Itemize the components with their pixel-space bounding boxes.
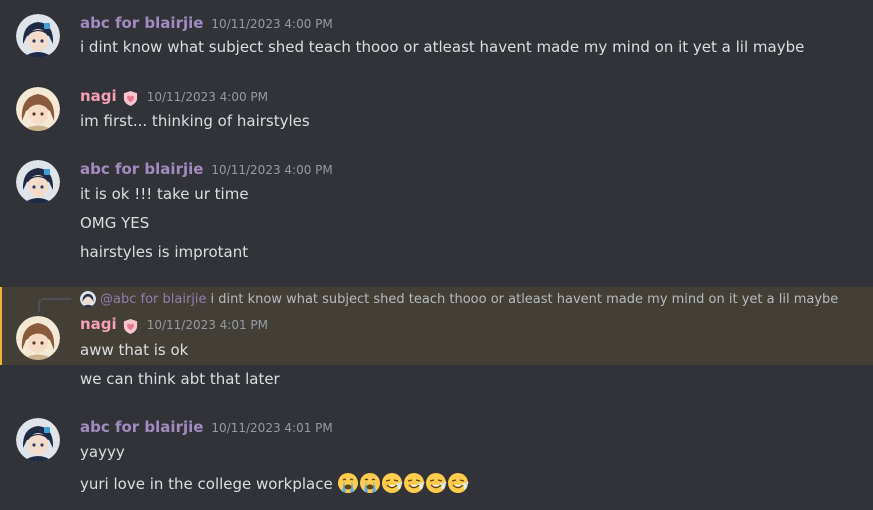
- timestamp[interactable]: 10/11/2023 4:00 PM: [211, 163, 332, 177]
- username[interactable]: nagi: [80, 315, 117, 333]
- avatar-abc[interactable]: [16, 160, 60, 204]
- avatar-abc-image: [16, 14, 60, 58]
- message-text: yayyy: [80, 443, 125, 461]
- message-header: nagi 10/11/2023 4:01 PM: [80, 315, 268, 337]
- message-header: nagi 10/11/2023 4:00 PM: [80, 87, 268, 109]
- message-header: abc for blairjie 10/11/2023 4:00 PM: [80, 160, 333, 182]
- message-text: aww that is ok: [80, 341, 189, 359]
- username[interactable]: abc for blairjie: [80, 418, 203, 436]
- chat-message-list: abc for blairjie 10/11/2023 4:00 PM i di…: [0, 0, 873, 510]
- sweat-smile-emoji[interactable]: [381, 472, 404, 494]
- sob-emoji[interactable]: [359, 472, 381, 494]
- timestamp[interactable]: 10/11/2023 4:00 PM: [211, 17, 332, 31]
- timestamp[interactable]: 10/11/2023 4:01 PM: [147, 318, 268, 332]
- message-text: yuri love in the college workplace: [80, 475, 333, 493]
- sob-emoji[interactable]: [337, 472, 359, 494]
- username[interactable]: abc for blairjie: [80, 160, 203, 178]
- sweat-smile-emoji[interactable]: [447, 472, 470, 494]
- message-text: hairstyles is improtant: [80, 243, 249, 261]
- heart-shield-role-icon[interactable]: [122, 90, 139, 107]
- timestamp[interactable]: 10/11/2023 4:00 PM: [147, 90, 268, 104]
- message-header: abc for blairjie 10/11/2023 4:01 PM: [80, 418, 333, 440]
- sweat-smile-emoji[interactable]: [403, 472, 426, 494]
- avatar-abc[interactable]: [16, 418, 60, 462]
- username[interactable]: nagi: [80, 87, 117, 105]
- message-text: we can think abt that later: [80, 370, 280, 388]
- message-header: abc for blairjie 10/11/2023 4:00 PM: [80, 14, 333, 36]
- reply-reference[interactable]: @abc for blairjie i dint know what subje…: [80, 290, 838, 308]
- reply-author[interactable]: @abc for blairjie: [100, 292, 207, 307]
- message-text: i dint know what subject shed teach thoo…: [80, 38, 805, 56]
- reply-preview-text[interactable]: i dint know what subject shed teach thoo…: [211, 292, 839, 307]
- heart-shield-role-icon[interactable]: [122, 318, 139, 335]
- avatar-nagi[interactable]: [16, 87, 60, 131]
- avatar-nagi-image: [16, 87, 60, 131]
- timestamp[interactable]: 10/11/2023 4:01 PM: [211, 421, 332, 435]
- avatar-abc-image: [16, 418, 60, 462]
- username[interactable]: abc for blairjie: [80, 14, 203, 32]
- avatar-abc-image: [16, 160, 60, 204]
- sweat-smile-emoji[interactable]: [425, 472, 448, 494]
- reply-spine: [38, 298, 71, 312]
- avatar-abc[interactable]: [16, 14, 60, 58]
- message-text: im first... thinking of hairstyles: [80, 112, 310, 130]
- message-text: it is ok !!! take ur time: [80, 185, 249, 203]
- message-text-with-emoji: yuri love in the college workplace: [80, 472, 470, 494]
- reply-avatar: [80, 291, 96, 307]
- message-text: OMG YES: [80, 214, 150, 232]
- avatar-nagi-image: [16, 316, 60, 360]
- avatar-nagi[interactable]: [16, 316, 60, 360]
